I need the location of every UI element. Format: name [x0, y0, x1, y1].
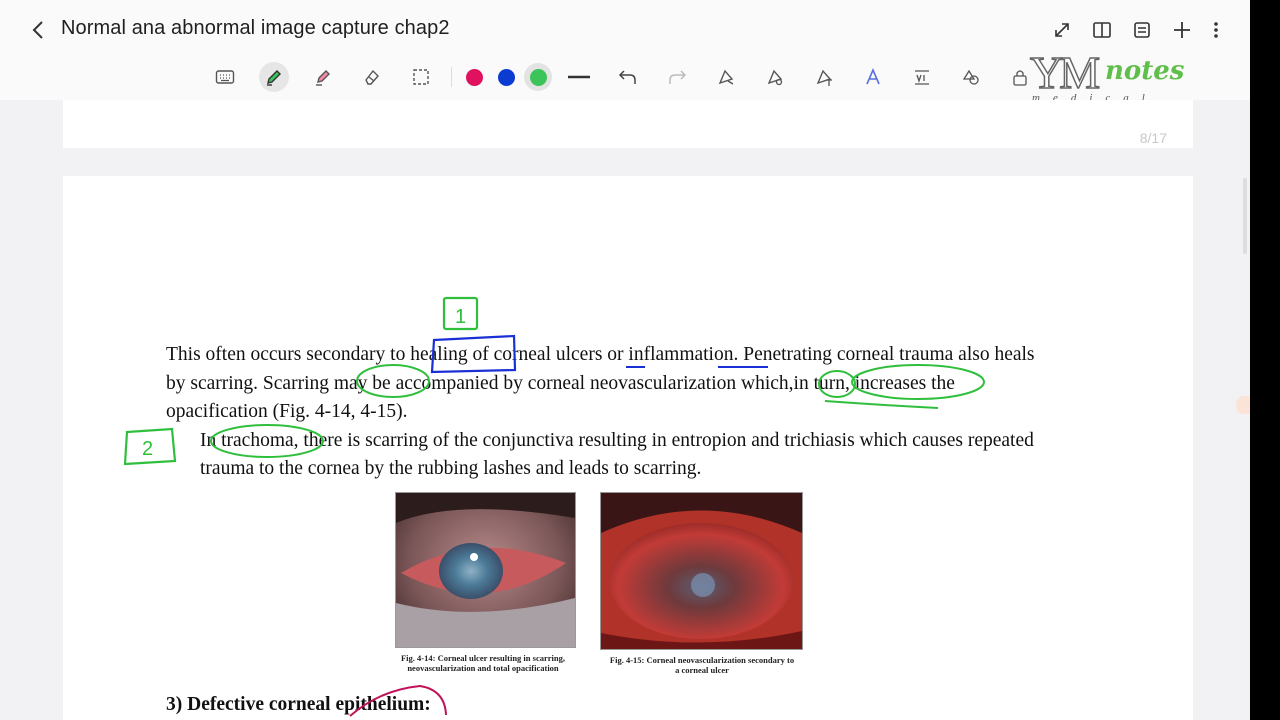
swatch-fill [465, 68, 483, 86]
text-tool-icon [816, 69, 832, 86]
expand-icon [1055, 23, 1069, 37]
back-icon [32, 21, 43, 39]
shape-magic-tool[interactable] [701, 61, 750, 93]
scrollbar-thumb[interactable] [1243, 178, 1247, 254]
figure-4-15-image [600, 492, 803, 650]
caption-line: Fig. 4-15: Corneal neovascularization se… [609, 655, 795, 665]
drawing-toolbar [200, 60, 1044, 94]
toolbar-divider [451, 67, 452, 87]
floating-handle[interactable] [1236, 396, 1250, 414]
pen-icon [266, 70, 281, 86]
highlighter-tool[interactable] [298, 61, 347, 93]
watermark-notes: notes [1105, 56, 1185, 86]
keyboard-icon [215, 70, 234, 84]
shapes-tool[interactable] [946, 61, 995, 93]
page-text: This often occurs secondary to healing o… [166, 341, 1046, 484]
line-style-icon [567, 75, 590, 79]
figure-4-15-caption: Fig. 4-15: Corneal neovascularization se… [597, 655, 807, 675]
caption-line: a corneal ulcer [675, 665, 729, 675]
text-convert-icon [914, 70, 929, 85]
lock-icon [1012, 70, 1027, 86]
paragraph-2: In trachoma, there is scarring of the co… [200, 429, 1034, 480]
color-swatch-green[interactable] [522, 61, 554, 93]
ai-assist-tool[interactable] [848, 61, 897, 93]
expand-button[interactable] [1042, 16, 1082, 44]
swatch-fill [529, 68, 547, 86]
add-page-button[interactable] [1162, 16, 1202, 44]
note-app-window: Normal ana abnormal image capture chap2 [0, 0, 1250, 720]
outline-icon [1134, 22, 1150, 38]
lasso-tool[interactable] [396, 61, 445, 93]
eraser-tool[interactable] [347, 61, 396, 93]
keyboard-tool[interactable] [200, 61, 249, 93]
previous-page[interactable]: 8/17 [63, 100, 1193, 148]
shape-magic-icon [718, 69, 733, 85]
section-heading: 3) Defective corneal epithelium: [166, 694, 431, 715]
lasso-icon [412, 69, 429, 85]
book-icon [1093, 22, 1111, 38]
text-tool[interactable] [799, 61, 848, 93]
redo-icon [668, 70, 686, 84]
redo-button[interactable] [652, 61, 701, 93]
line-style-tool[interactable] [554, 61, 603, 93]
highlighter-icon [315, 70, 330, 86]
text-convert-tool[interactable] [897, 61, 946, 93]
undo-button[interactable] [603, 61, 652, 93]
paragraph-1: This often occurs secondary to healing o… [166, 344, 1035, 423]
outline-button[interactable] [1122, 16, 1162, 44]
page-indicator: 8/17 [1139, 130, 1167, 146]
pen-tool[interactable] [249, 61, 298, 93]
header-actions [1042, 16, 1230, 44]
shape-star-tool[interactable] [750, 61, 799, 93]
note-title[interactable]: Normal ana abnormal image capture chap2 [61, 17, 450, 40]
more-icon [1214, 22, 1218, 38]
screen-edge [1250, 0, 1280, 720]
undo-icon [618, 70, 636, 84]
figure-4-14-image [395, 492, 576, 648]
color-swatch-magenta[interactable] [458, 61, 490, 93]
add-icon [1174, 22, 1190, 38]
figure-4-14-caption: Fig. 4-14: Corneal ulcer resulting in sc… [383, 653, 583, 673]
caption-line: Fig. 4-14: Corneal ulcer resulting in sc… [400, 653, 565, 663]
shape-star-icon [767, 69, 782, 86]
more-button[interactable] [1202, 16, 1230, 44]
watermark-ym: YM [1029, 47, 1101, 98]
top-bar: Normal ana abnormal image capture chap2 [0, 0, 1250, 104]
caption-line: neovascularization and total opacificati… [407, 663, 559, 673]
shapes-icon [962, 69, 979, 85]
eraser-icon [364, 69, 379, 85]
back-button[interactable] [24, 16, 52, 44]
swatch-fill [497, 68, 515, 86]
book-view-button[interactable] [1082, 16, 1122, 44]
color-swatch-blue[interactable] [490, 61, 522, 93]
ai-assist-icon [865, 67, 880, 85]
